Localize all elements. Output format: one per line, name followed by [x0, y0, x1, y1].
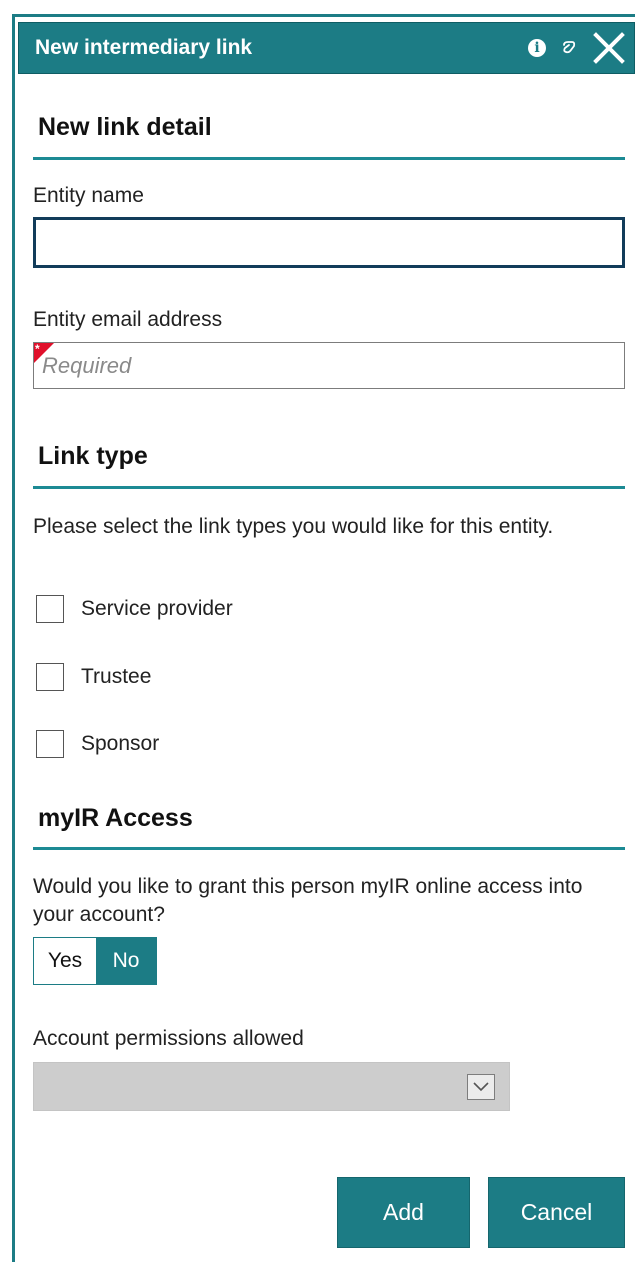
- checkbox-box[interactable]: [36, 730, 64, 758]
- account-permissions-label: Account permissions allowed: [33, 1027, 304, 1050]
- checkbox-label: Service provider: [81, 597, 233, 620]
- required-indicator-icon: *: [34, 342, 54, 363]
- cancel-button[interactable]: Cancel: [488, 1177, 625, 1248]
- checkbox-service-provider[interactable]: Service provider: [36, 595, 233, 623]
- dialog-title: New intermediary link: [35, 36, 253, 59]
- account-permissions-select[interactable]: [33, 1062, 510, 1111]
- checkbox-box[interactable]: [36, 663, 64, 691]
- myir-access-toggle[interactable]: Yes No: [33, 937, 157, 985]
- myir-access-question: Would you like to grant this person myIR…: [33, 875, 583, 926]
- checkbox-sponsor[interactable]: Sponsor: [36, 730, 159, 758]
- link-type-description: Please select the link types you would l…: [33, 515, 554, 538]
- entity-email-label: Entity email address: [33, 308, 223, 331]
- entity-name-label: Entity name: [33, 184, 144, 207]
- close-icon[interactable]: [592, 31, 626, 65]
- dialog-title-bar: New intermediary link i: [18, 22, 635, 74]
- section-divider: [33, 847, 625, 850]
- section-divider: [33, 486, 625, 489]
- help-icon[interactable]: [560, 39, 578, 57]
- chevron-down-icon[interactable]: [467, 1074, 495, 1100]
- toggle-no-button[interactable]: No: [96, 938, 156, 984]
- section-divider: [33, 157, 625, 160]
- checkbox-label: Trustee: [81, 665, 152, 688]
- section-heading-link-detail: New link detail: [38, 113, 212, 141]
- entity-name-input[interactable]: [33, 217, 625, 268]
- info-icon[interactable]: i: [528, 39, 546, 57]
- entity-email-input[interactable]: [33, 342, 625, 389]
- checkbox-trustee[interactable]: Trustee: [36, 663, 151, 691]
- checkbox-box[interactable]: [36, 595, 64, 623]
- section-heading-link-type: Link type: [38, 442, 148, 470]
- toggle-yes-button[interactable]: Yes: [34, 938, 96, 984]
- checkbox-label: Sponsor: [81, 732, 160, 755]
- section-heading-myir-access: myIR Access: [38, 804, 193, 832]
- add-button[interactable]: Add: [337, 1177, 470, 1248]
